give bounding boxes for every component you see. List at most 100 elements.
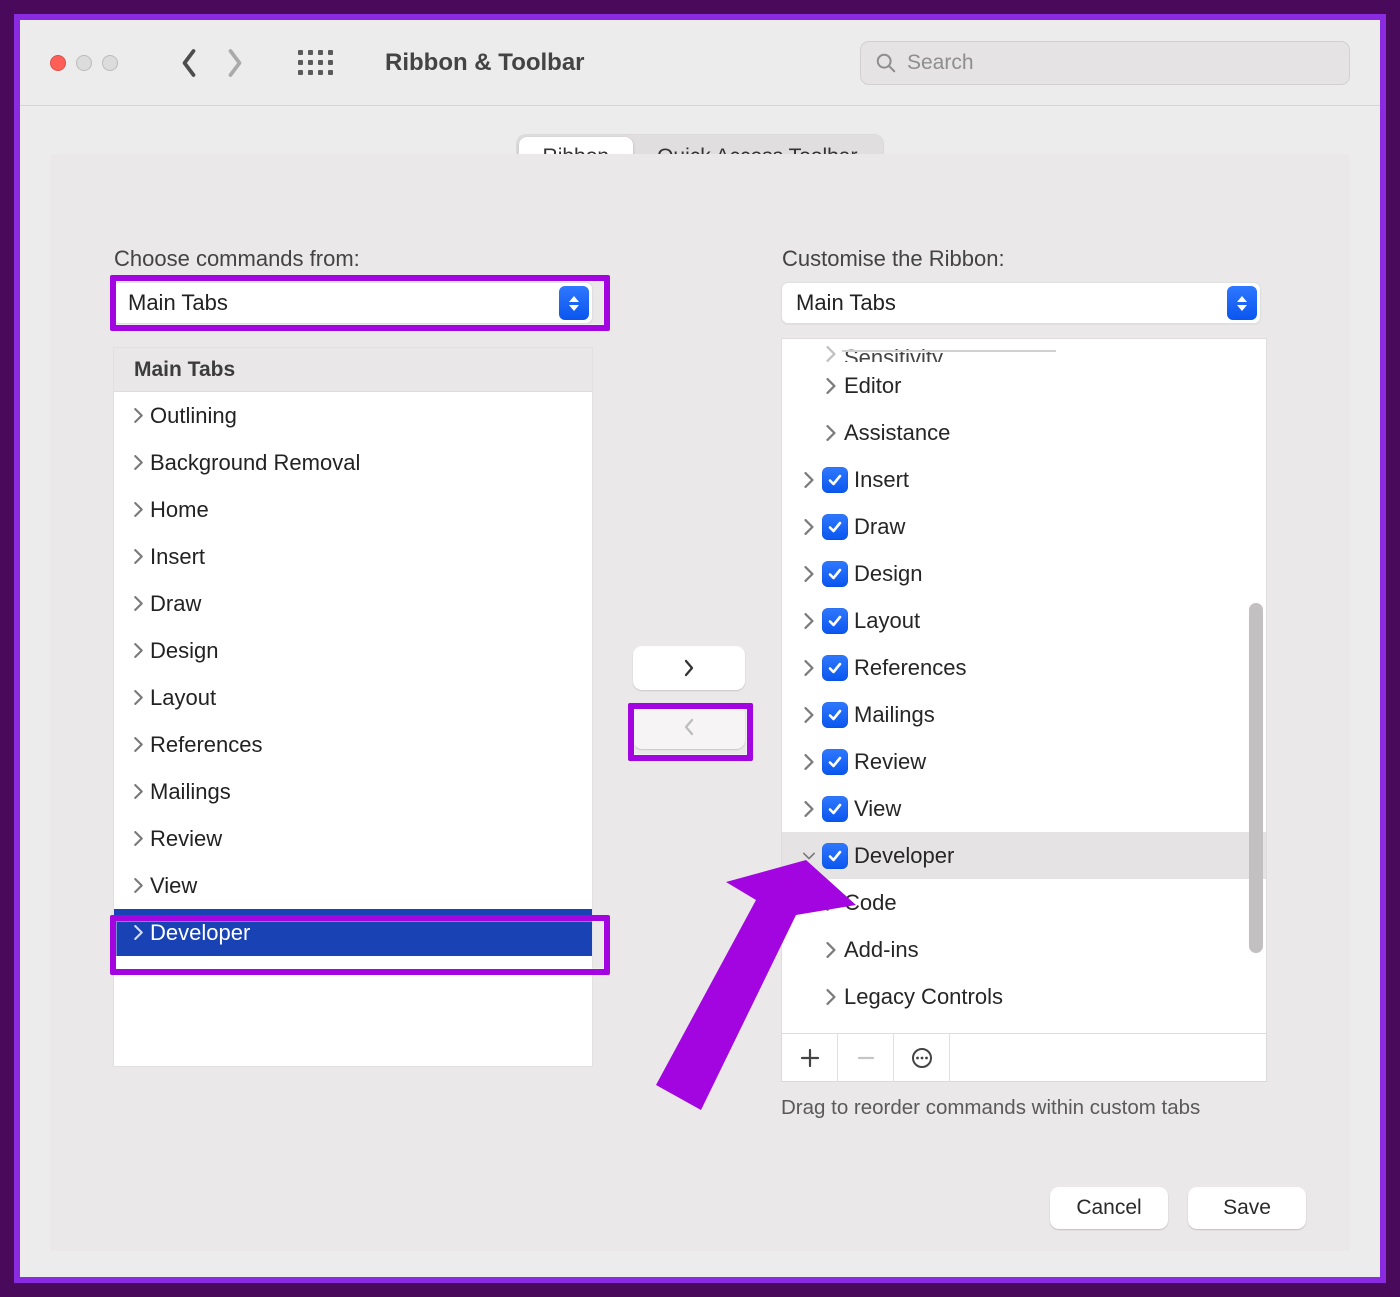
tree-toolbar (781, 1034, 1267, 1082)
list-item-label: Design (150, 638, 218, 664)
commands-list-header: Main Tabs (114, 348, 592, 392)
tree-item[interactable]: Legacy Controls (782, 973, 1266, 1020)
commands-list-item[interactable]: Outlining (114, 392, 592, 439)
tree-item[interactable]: Insert (782, 456, 1266, 503)
choose-commands-label: Choose commands from: (114, 246, 360, 272)
checkbox-checked[interactable] (822, 514, 848, 540)
chevron-right-icon[interactable] (818, 895, 844, 911)
chevron-right-icon (128, 925, 148, 940)
options-button[interactable] (894, 1034, 950, 1081)
show-all-icon[interactable] (298, 50, 333, 75)
chevron-right-icon[interactable] (796, 660, 822, 676)
chevron-left-icon (682, 717, 696, 737)
remove-command-button (633, 705, 745, 749)
list-item-label: Background Removal (150, 450, 360, 476)
tree-item-label: Editor (844, 373, 901, 399)
commands-list-item[interactable]: Background Removal (114, 439, 592, 486)
chevron-right-icon[interactable] (796, 801, 822, 817)
ellipsis-circle-icon (910, 1046, 934, 1070)
chevron-right-icon[interactable] (796, 472, 822, 488)
title-bar: Ribbon & Toolbar Search (20, 20, 1380, 106)
add-command-button[interactable] (633, 646, 745, 690)
list-item-label: References (150, 732, 263, 758)
add-tab-button[interactable] (782, 1034, 838, 1081)
nav-forward-button (224, 48, 246, 78)
commands-list-item[interactable]: Layout (114, 674, 592, 721)
tree-item[interactable]: View (782, 785, 1266, 832)
cancel-button[interactable]: Cancel (1050, 1187, 1168, 1229)
tree-item[interactable]: Assistance (782, 409, 1266, 456)
stepper-icon (559, 286, 589, 320)
search-placeholder: Search (907, 51, 974, 75)
customise-ribbon-dropdown[interactable]: Main Tabs (781, 282, 1261, 324)
checkbox-checked[interactable] (822, 702, 848, 728)
tree-item[interactable]: Review (782, 738, 1266, 785)
chevron-right-icon (818, 346, 844, 362)
tree-item-clipped[interactable]: Sensitivity (782, 339, 1266, 362)
window-title: Ribbon & Toolbar (385, 49, 585, 77)
tree-item-label: Code (844, 890, 897, 916)
checkbox-checked[interactable] (822, 561, 848, 587)
tree-item[interactable]: Editor (782, 362, 1266, 409)
nav-back-button[interactable] (178, 48, 200, 78)
chevron-right-icon[interactable] (818, 989, 844, 1005)
tree-item[interactable]: Draw (782, 503, 1266, 550)
commands-list-item[interactable]: Developer (114, 909, 592, 956)
minus-icon (855, 1047, 877, 1069)
chevron-right-icon (682, 658, 696, 678)
checkbox-checked[interactable] (822, 608, 848, 634)
chevron-right-icon[interactable] (818, 378, 844, 394)
commands-list[interactable]: Main Tabs Outlining Background Removal Hom… (113, 347, 593, 1067)
tree-item[interactable]: Layout (782, 597, 1266, 644)
chevron-right-icon[interactable] (818, 942, 844, 958)
chevron-right-icon[interactable] (796, 613, 822, 629)
search-input[interactable]: Search (860, 41, 1350, 85)
tree-item[interactable]: Design (782, 550, 1266, 597)
commands-list-item[interactable]: Design (114, 627, 592, 674)
tree-item[interactable]: Code (782, 879, 1266, 926)
tree-item[interactable]: Mailings (782, 691, 1266, 738)
checkbox-checked[interactable] (822, 843, 848, 869)
list-item-label: View (150, 873, 197, 899)
commands-list-item[interactable]: Mailings (114, 768, 592, 815)
list-item-label: Outlining (150, 403, 237, 429)
chevron-right-icon[interactable] (796, 519, 822, 535)
commands-list-item[interactable]: Draw (114, 580, 592, 627)
save-button[interactable]: Save (1188, 1187, 1306, 1229)
tree-item[interactable]: References (782, 644, 1266, 691)
checkbox-checked[interactable] (822, 655, 848, 681)
list-item-label: Home (150, 497, 209, 523)
chevron-right-icon (128, 455, 148, 470)
chevron-right-icon[interactable] (796, 566, 822, 582)
close-window-dot[interactable] (50, 55, 66, 71)
tree-item-label: Design (854, 561, 922, 587)
tree-item-label: Review (854, 749, 926, 775)
tree-item-label: References (854, 655, 967, 681)
chevron-right-icon[interactable] (796, 754, 822, 770)
commands-list-item[interactable]: Home (114, 486, 592, 533)
tree-item[interactable]: Developer (782, 832, 1266, 879)
tree-item[interactable]: Add-ins (782, 926, 1266, 973)
list-item-label: Review (150, 826, 222, 852)
chevron-right-icon (128, 502, 148, 517)
checkbox-checked[interactable] (822, 796, 848, 822)
commands-list-item[interactable]: Review (114, 815, 592, 862)
tree-item-label: Layout (854, 608, 920, 634)
scrollbar-thumb[interactable] (1249, 603, 1263, 953)
tree-item-label: Legacy Controls (844, 984, 1003, 1010)
choose-commands-dropdown[interactable]: Main Tabs (113, 282, 593, 324)
tree-item-label: Draw (854, 514, 905, 540)
checkbox-checked[interactable] (822, 467, 848, 493)
chevron-right-icon (128, 784, 148, 799)
chevron-right-icon (128, 737, 148, 752)
list-item-label: Mailings (150, 779, 231, 805)
chevron-right-icon[interactable] (818, 425, 844, 441)
checkbox-checked[interactable] (822, 749, 848, 775)
chevron-right-icon[interactable] (796, 707, 822, 723)
tree-item-label: Add-ins (844, 937, 919, 963)
commands-list-item[interactable]: View (114, 862, 592, 909)
ribbon-tree[interactable]: Sensitivity Editor AssistanceInsert Draw Des… (781, 338, 1267, 1034)
commands-list-item[interactable]: References (114, 721, 592, 768)
chevron-down-icon[interactable] (796, 848, 822, 864)
commands-list-item[interactable]: Insert (114, 533, 592, 580)
